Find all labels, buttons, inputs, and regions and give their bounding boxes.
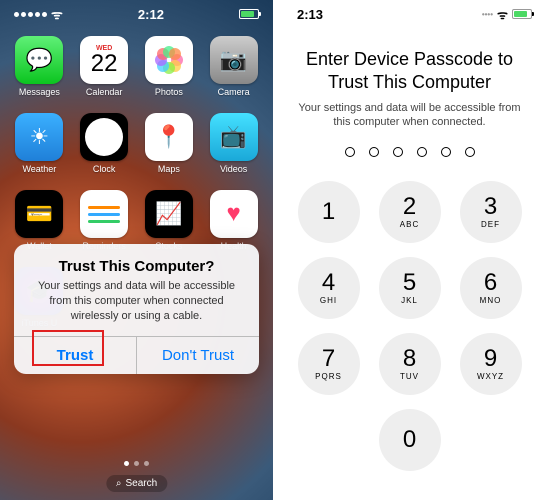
app-label: Weather — [22, 164, 56, 174]
spotlight-search[interactable]: ⌕ Search — [106, 475, 167, 492]
health-icon: ♥ — [210, 190, 258, 238]
keypad-5[interactable]: 5JKL — [379, 257, 441, 319]
search-icon: ⌕ — [116, 478, 122, 489]
clock-icon — [80, 113, 128, 161]
signal-icon: •••• — [482, 10, 493, 19]
app-label: Photos — [155, 87, 183, 97]
app-label: Videos — [220, 164, 247, 174]
app-clock[interactable]: Clock — [77, 113, 132, 174]
camera-icon: 📷 — [210, 36, 258, 84]
videos-icon: 📺 — [210, 113, 258, 161]
passcode-title: Enter Device Passcode to Trust This Comp… — [297, 48, 522, 95]
status-bar-right: 2:13 •••• ᯤ — [273, 0, 546, 28]
keypad-1[interactable]: 1 — [298, 181, 360, 243]
keypad-6[interactable]: 6MNO — [460, 257, 522, 319]
stocks-icon: 📈 — [145, 190, 193, 238]
app-label: Messages — [19, 87, 60, 97]
app-calendar[interactable]: WED22 Calendar — [77, 36, 132, 97]
wifi-icon: ᯤ — [51, 5, 63, 23]
dont-trust-button[interactable]: Don't Trust — [137, 337, 259, 374]
calendar-icon: WED22 — [80, 36, 128, 84]
wallet-icon: 💳 — [15, 190, 63, 238]
app-reminders[interactable]: Reminders — [77, 190, 132, 251]
weather-icon: ☀ — [15, 113, 63, 161]
trust-button[interactable]: Trust — [14, 337, 137, 374]
numeric-keypad: 1 2ABC 3DEF 4GHI 5JKL 6MNO 7PQRS 8TUV 9WXYZ 0 — [297, 181, 522, 471]
keypad-2[interactable]: 2ABC — [379, 181, 441, 243]
app-wallet[interactable]: 💳Wallet — [12, 190, 67, 251]
photos-icon — [145, 36, 193, 84]
keypad-8[interactable]: 8TUV — [379, 333, 441, 395]
app-health[interactable]: ♥Health — [206, 190, 261, 251]
alert-title: Trust This Computer? — [28, 258, 245, 275]
messages-icon: 💬 — [15, 36, 63, 84]
app-label: Clock — [93, 164, 116, 174]
signal-icon — [14, 12, 47, 17]
keypad-9[interactable]: 9WXYZ — [460, 333, 522, 395]
maps-icon: 📍 — [145, 113, 193, 161]
passcode-screen-phone: 2:13 •••• ᯤ Enter Device Passcode to Tru… — [273, 0, 546, 500]
battery-icon — [512, 9, 532, 19]
app-label: Calendar — [86, 87, 123, 97]
keypad-4[interactable]: 4GHI — [298, 257, 360, 319]
alert-message: Your settings and data will be accessibl… — [28, 279, 245, 324]
app-label: Camera — [218, 87, 250, 97]
keypad-0[interactable]: 0 — [379, 409, 441, 471]
passcode-dots — [297, 147, 522, 157]
app-label: Maps — [158, 164, 180, 174]
battery-icon — [239, 9, 259, 19]
keypad-3[interactable]: 3DEF — [460, 181, 522, 243]
app-weather[interactable]: ☀ Weather — [12, 113, 67, 174]
status-time: 2:12 — [138, 7, 164, 22]
app-messages[interactable]: 💬 Messages — [12, 36, 67, 97]
app-camera[interactable]: 📷 Camera — [206, 36, 261, 97]
app-videos[interactable]: 📺 Videos — [206, 113, 261, 174]
home-screen-phone: ᯤ 2:12 💬 Messages WED22 Calendar Photos 📷 Came… — [0, 0, 273, 500]
reminders-icon — [80, 190, 128, 238]
status-bar-left: ᯤ 2:12 — [0, 0, 273, 28]
app-photos[interactable]: Photos — [142, 36, 197, 97]
passcode-subtitle: Your settings and data will be accessibl… — [297, 101, 522, 130]
app-maps[interactable]: 📍 Maps — [142, 113, 197, 174]
wifi-icon: ᯤ — [497, 6, 508, 23]
page-dots — [0, 461, 273, 466]
status-time: 2:13 — [297, 7, 323, 22]
app-stocks[interactable]: 📈Stocks — [142, 190, 197, 251]
trust-alert: Trust This Computer? Your settings and d… — [14, 244, 259, 374]
keypad-7[interactable]: 7PQRS — [298, 333, 360, 395]
